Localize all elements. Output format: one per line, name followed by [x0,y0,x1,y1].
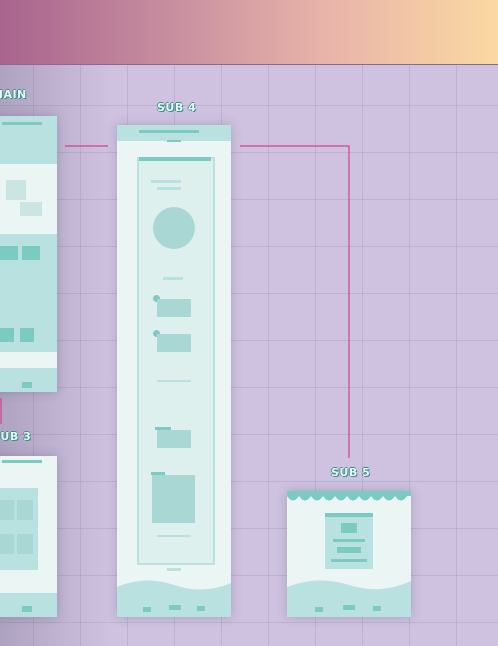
sub4-media-block-3 [157,430,191,448]
main-tile-b [22,246,40,260]
sub3-card-d [17,534,33,554]
sub4-media-block-2 [157,334,191,352]
sub4-text-line-4 [157,380,191,382]
sub4-header [117,125,231,141]
label-sub5: SUB 5 [331,466,371,479]
sub5-text-line-1 [333,539,365,542]
main-nav-bar [2,122,42,125]
sub3-footer [0,593,57,617]
sub3-card-b [17,500,33,520]
sub5-page-thumbnail[interactable] [287,491,411,617]
sub4-footer-wave [117,580,231,617]
sub4-text-line-5 [157,535,191,537]
label-main: MAIN [0,88,27,101]
main-card-a [6,180,26,200]
sub4-text-line-3 [163,277,183,280]
sub3-card-c [0,534,14,554]
sub4-footer-btn-b [169,605,181,610]
sub4-page-thumbnail[interactable] [117,125,231,617]
sub5-image [341,523,357,533]
sub5-footer-btn-a [315,607,323,612]
sub4-text-line-1 [151,180,181,183]
sub4-footer-btn-c [197,606,205,611]
label-sub4: SUB 4 [157,101,197,114]
sub5-text-line-2 [331,559,367,562]
sub3-page-thumbnail[interactable] [0,456,57,617]
label-sub3: SUB 3 [0,430,32,443]
main-page-thumbnail[interactable] [0,116,57,392]
sub4-avatar-circle [153,207,195,249]
sub4-nav-bar [139,130,199,133]
sub5-footer-btn-c [373,606,381,611]
sub3-footer-button [22,606,32,612]
sub4-footer-btn-a [143,607,151,612]
connector-lines [0,145,350,458]
sub4-subnav [167,140,181,142]
sub4-pagination [167,568,181,571]
main-tile-a [0,246,18,260]
sub3-nav-bar [2,460,42,463]
sub5-footer-btn-b [343,605,355,610]
sub4-media-block-4 [152,475,195,523]
sub4-media-block-1 [157,299,191,317]
main-tile-d [20,328,34,342]
main-footer-button [22,382,32,388]
sub5-scallop-awning [287,491,411,501]
main-footer [0,368,57,392]
sub5-footer-wave [287,580,411,617]
sub5-button [337,547,361,553]
sub4-panel-bar [139,157,211,161]
main-tile-c [0,328,14,342]
sub4-text-line-2 [157,187,181,190]
main-card-b [20,202,42,216]
connector-sub4-sub5 [240,145,350,458]
sub3-card-a [0,500,14,520]
